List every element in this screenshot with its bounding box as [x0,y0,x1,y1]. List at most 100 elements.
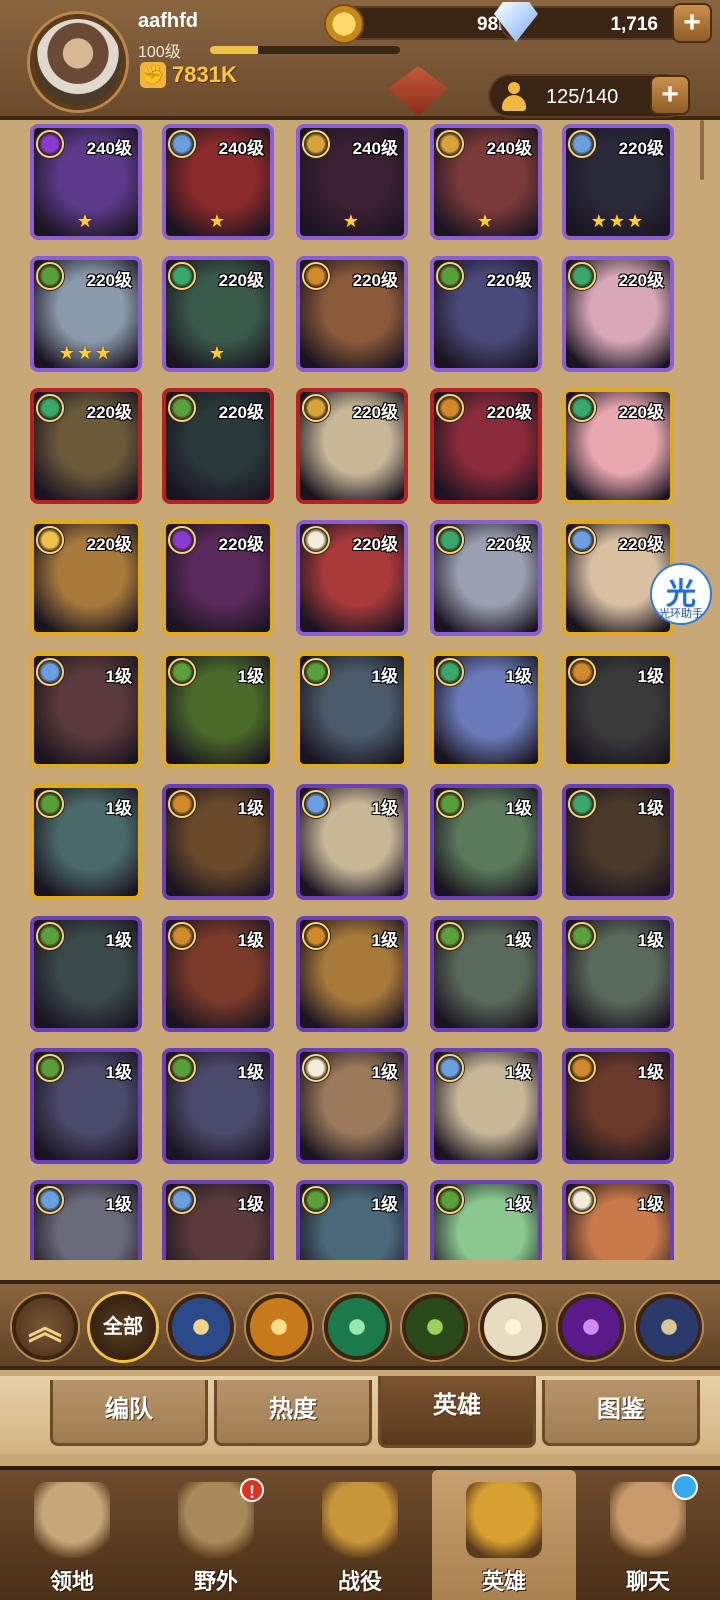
hero-level: 240级 [486,139,532,158]
hero-card[interactable]: 1级 [162,916,274,1032]
hero-level: 220级 [86,535,132,554]
mauler-faction-icon [302,262,330,290]
hero-card[interactable]: 1级 [162,1180,274,1260]
lightbearer-filter-button[interactable] [246,1294,312,1360]
hero-card[interactable]: 1级 [296,1048,408,1164]
grid-scrollbar[interactable] [700,120,704,180]
hero-card[interactable]: 1级 [296,916,408,1032]
hero-card[interactable]: 1级 [30,652,142,768]
hero-card[interactable]: 220级 [162,520,274,636]
hero-level: 1级 [505,1195,532,1214]
hero-stars: ★ [76,211,96,231]
graveborn-faction-icon [436,790,464,818]
hero-card[interactable]: 1级 [296,1180,408,1260]
hero-card[interactable]: 1级 [162,652,274,768]
hero-card[interactable]: 1级 [162,784,274,900]
hypogean-filter-button[interactable] [558,1294,624,1360]
hero-card[interactable]: 220级 [430,520,542,636]
hero-card[interactable]: 220级 ★★★ [562,124,674,240]
add-gems-button[interactable]: + [672,3,712,43]
hero-card[interactable]: 220级 [296,520,408,636]
hero-card[interactable]: 1级 [30,916,142,1032]
collapse-filter-button[interactable]: ︽ [12,1294,78,1360]
hero-stars: ★ [208,211,228,231]
nav-label: 聊天 [625,1569,670,1594]
hero-card[interactable]: 240级 ★ [296,124,408,240]
hero-card[interactable]: 1级 [296,784,408,900]
hero-card[interactable]: 220级 [30,388,142,504]
hero-level: 1级 [637,1063,664,1082]
hero-level: 1级 [105,1195,132,1214]
hero-capacity[interactable]: 125/140 + [488,74,690,118]
hero-level: 220级 [486,535,532,554]
hero-card[interactable]: 240级 ★ [430,124,542,240]
hero-card[interactable]: 220级 [562,388,674,504]
celestial-filter-button[interactable] [480,1294,546,1360]
nav-item-4[interactable]: 聊天 [576,1470,720,1600]
hero-card[interactable]: 1级 [430,1048,542,1164]
graveborn-faction-icon [36,922,64,950]
gold-coin-icon [324,4,364,44]
star-filter-button[interactable] [636,1294,702,1360]
subtab-0[interactable]: 编队 [50,1380,208,1446]
hero-card[interactable]: 220级 [30,520,142,636]
hero-card[interactable]: 220级 [430,256,542,372]
wilder-filter-button[interactable] [324,1294,390,1360]
hero-card[interactable]: 1级 [562,1180,674,1260]
hero-card[interactable]: 240级 ★ [30,124,142,240]
guild-emblem-icon[interactable] [388,66,448,116]
dimensional-faction-icon [302,790,330,818]
dimensional-faction-icon [168,130,196,158]
hero-grid[interactable]: 240级 ★ 240级 ★ 240级 ★ 240级 ★ 220级 ★★★ 220级 ★★★ 220级 ★ 2… [30,124,690,1260]
nav-item-2[interactable]: 战役 [288,1470,432,1600]
castle-icon [34,1482,110,1558]
subtab-3[interactable]: 图鉴 [542,1380,700,1446]
hero-card[interactable]: 220级 [562,256,674,372]
hero-card[interactable]: 1级 [562,1048,674,1164]
hero-card[interactable]: 220级 ★★★ [30,256,142,372]
helmet-icon [466,1482,542,1558]
subtab-2[interactable]: 英雄 [378,1376,536,1448]
hero-level: 1级 [371,931,398,950]
dimensional-filter-button[interactable] [168,1294,234,1360]
hero-card[interactable]: 220级 [296,256,408,372]
hero-card[interactable]: 220级 ★ [162,256,274,372]
hero-card[interactable]: 1级 [30,1180,142,1260]
hero-level: 220级 [218,271,264,290]
gem-counter[interactable]: 1,716 + [494,2,712,43]
hero-card[interactable]: 1级 [30,1048,142,1164]
hero-card[interactable]: 1级 [430,784,542,900]
nav-item-3[interactable]: 英雄 [432,1470,576,1600]
graveborn-faction-icon [168,394,196,422]
wilder-faction-icon [436,526,464,554]
hero-card[interactable]: 220级 [162,388,274,504]
nav-item-1[interactable]: 野外! [144,1470,288,1600]
hero-card[interactable]: 1级 [162,1048,274,1164]
fist-icon: ✊ [140,62,166,88]
hero-sub-tabs: 编队 热度 英雄 图鉴 [0,1376,720,1454]
filter-all-button[interactable]: 全部 [90,1294,156,1360]
assistant-floating-button[interactable]: 光 光环助手 [650,563,712,625]
hero-level: 1级 [237,667,264,686]
hero-card[interactable]: 240级 ★ [162,124,274,240]
graveborn-filter-button[interactable] [402,1294,468,1360]
graveborn-faction-icon [436,262,464,290]
hero-level: 220级 [352,403,398,422]
nav-item-0[interactable]: 领地 [0,1470,144,1600]
hero-card[interactable]: 1级 [430,652,542,768]
hero-card[interactable]: 1级 [562,916,674,1032]
hero-level: 1级 [637,931,664,950]
hero-card[interactable]: 1级 [562,652,674,768]
subtab-1[interactable]: 热度 [214,1380,372,1446]
hero-card[interactable]: 1级 [562,784,674,900]
hero-level: 220级 [86,271,132,290]
player-avatar[interactable] [30,14,126,110]
hero-card[interactable]: 1级 [430,1180,542,1260]
hero-card[interactable]: 1级 [296,652,408,768]
hero-card[interactable]: 220级 [296,388,408,504]
expand-capacity-button[interactable]: + [650,75,690,115]
hero-card[interactable]: 1级 [430,916,542,1032]
hero-card[interactable]: 220级 [430,388,542,504]
hero-level: 1级 [371,1195,398,1214]
hero-card[interactable]: 1级 [30,784,142,900]
